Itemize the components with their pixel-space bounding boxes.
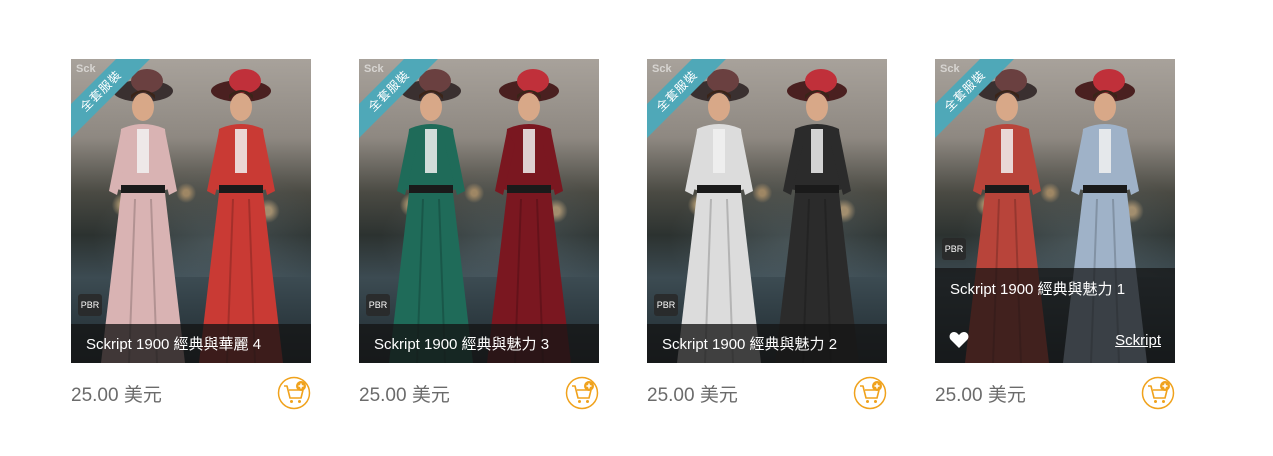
product-title[interactable]: Sckript 1900 經典與華麗 4 [71, 324, 311, 363]
product-image[interactable]: Sck 全套服裝 PBR Sckript 1900 經典與魅力 2 [647, 59, 887, 363]
add-to-cart-icon[interactable] [565, 376, 599, 410]
full-outfit-badge: 全套服裝 [359, 59, 439, 139]
hover-overlay: Sckript 1900 經典與魅力 1 Sckript [935, 268, 1175, 363]
product-price: 25.00 美元 [359, 385, 450, 406]
vendor-link[interactable]: Sckript [1115, 332, 1161, 349]
product-card: Sck 全套服裝 PBR Sckript 1900 經典與魅力 2 25.00 … [647, 59, 887, 423]
add-to-cart-icon[interactable] [277, 376, 311, 410]
pbr-badge: PBR [366, 294, 390, 316]
product-image[interactable]: Sck 全套服裝 PBR Sckript 1900 經典與魅力 1 Sckrip… [935, 59, 1175, 363]
product-title[interactable]: Sckript 1900 經典與魅力 2 [647, 324, 887, 363]
pbr-badge: PBR [654, 294, 678, 316]
product-title[interactable]: Sckript 1900 經典與魅力 3 [359, 324, 599, 363]
product-price: 25.00 美元 [935, 385, 1026, 406]
full-outfit-badge: 全套服裝 [647, 59, 727, 139]
product-image[interactable]: Sck 全套服裝 PBR Sckript 1900 經典與華麗 4 [71, 59, 311, 363]
add-to-cart-icon[interactable] [1141, 376, 1175, 410]
full-outfit-badge: 全套服裝 [71, 59, 151, 139]
product-card: Sck 全套服裝 PBR Sckript 1900 經典與魅力 1 Sckrip… [935, 59, 1175, 423]
product-card: Sck 全套服裝 PBR Sckript 1900 經典與華麗 4 25.00 … [71, 59, 311, 423]
add-to-cart-icon[interactable] [853, 376, 887, 410]
pbr-badge: PBR [78, 294, 102, 316]
pbr-badge: PBR [942, 238, 966, 260]
heart-icon[interactable] [949, 331, 969, 349]
product-price: 25.00 美元 [647, 385, 738, 406]
product-card: Sck 全套服裝 PBR Sckript 1900 經典與魅力 3 25.00 … [359, 59, 599, 423]
full-outfit-badge: 全套服裝 [935, 59, 1015, 139]
product-image[interactable]: Sck 全套服裝 PBR Sckript 1900 經典與魅力 3 [359, 59, 599, 363]
product-title[interactable]: Sckript 1900 經典與魅力 1 [950, 278, 1125, 299]
product-price: 25.00 美元 [71, 385, 162, 406]
